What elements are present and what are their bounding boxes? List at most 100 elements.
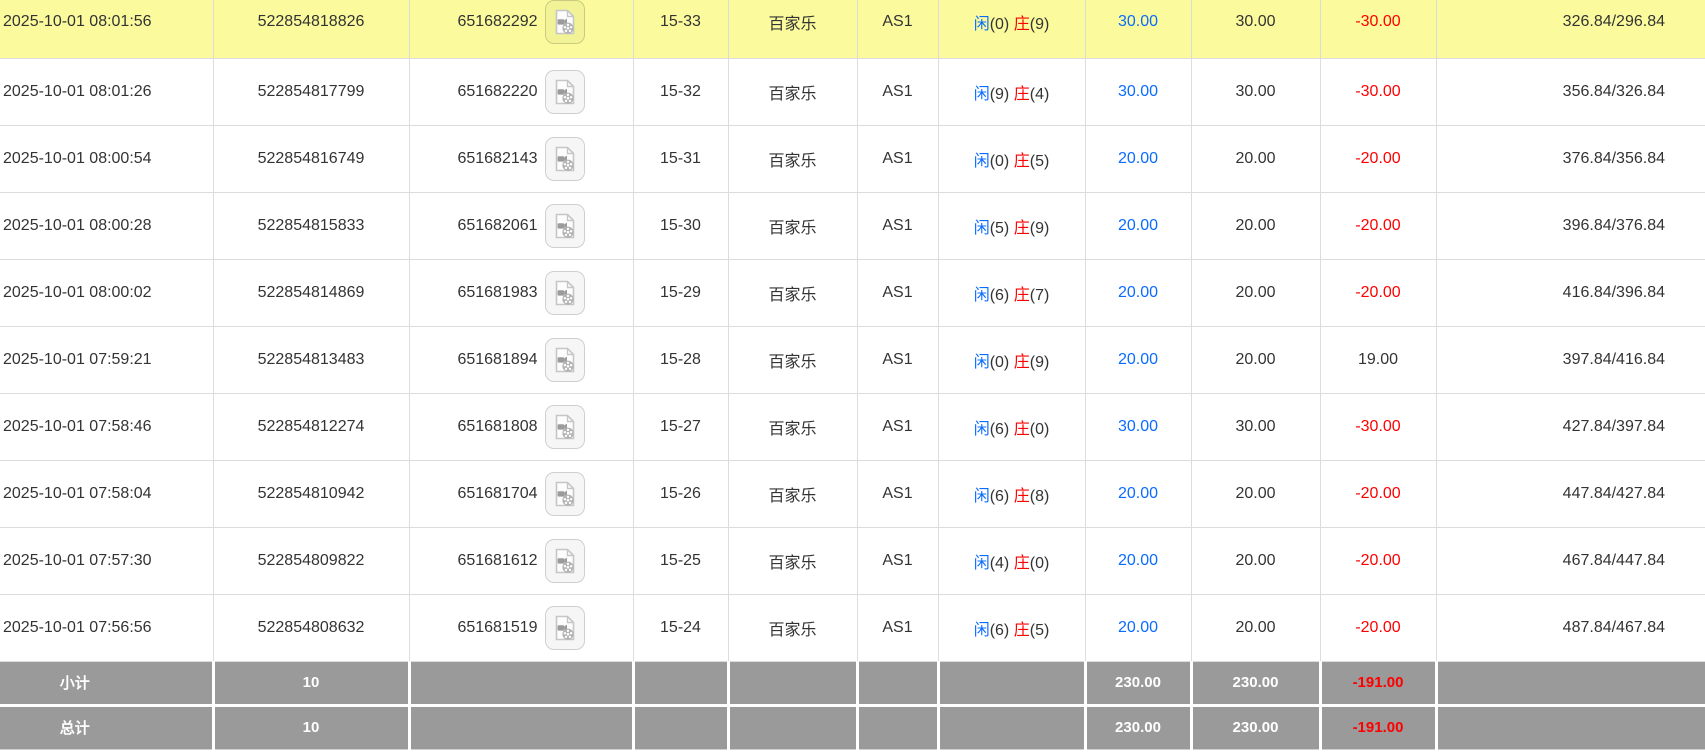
game-type: 百家乐	[728, 0, 857, 58]
bet-amount: 30.00	[1085, 393, 1191, 460]
result-cell: 闲(0) 庄(9)	[938, 0, 1085, 58]
result-cell: 闲(6) 庄(0)	[938, 393, 1085, 460]
empty-cell	[633, 661, 728, 705]
banker-label: 庄	[1014, 287, 1030, 304]
records-body: 2025-10-01 08:01:56522854818826651682292…	[0, 0, 1705, 749]
summary-label: 总计	[0, 705, 213, 749]
banker-score: (7)	[1030, 287, 1050, 304]
game-type: 百家乐	[728, 259, 857, 326]
banker-label: 庄	[1014, 153, 1030, 170]
game-id-wrap: 651682220	[457, 70, 584, 114]
round-number: 15-25	[633, 527, 728, 594]
empty-cell	[857, 661, 938, 705]
video-replay-button[interactable]	[545, 204, 585, 248]
player-label: 闲	[974, 354, 990, 371]
bet-records-table: 2025-10-01 08:01:56522854818826651682292…	[0, 0, 1705, 750]
bet-time: 2025-10-01 08:00:54	[0, 125, 213, 192]
bet-amount: 20.00	[1085, 460, 1191, 527]
game-id-cell: 651682292	[409, 0, 633, 58]
banker-score: (5)	[1030, 153, 1050, 170]
empty-cell	[857, 705, 938, 749]
valid-amount: 20.00	[1191, 527, 1320, 594]
video-replay-button[interactable]	[545, 70, 585, 114]
empty-cell	[1436, 705, 1705, 749]
bet-history-page: 2025-10-01 08:01:56522854818826651682292…	[0, 0, 1705, 753]
result-cell: 闲(6) 庄(5)	[938, 594, 1085, 661]
game-id-wrap: 651681612	[457, 539, 584, 583]
game-id-cell: 651682143	[409, 125, 633, 192]
game-id-wrap: 651681519	[457, 606, 584, 650]
player-score: (0)	[990, 153, 1010, 170]
win-loss: 19.00	[1320, 326, 1436, 393]
record-row[interactable]: 2025-10-01 07:58:46522854812274651681808…	[0, 393, 1705, 460]
video-replay-button[interactable]	[545, 137, 585, 181]
record-row[interactable]: 2025-10-01 07:57:30522854809822651681612…	[0, 527, 1705, 594]
player-score: (6)	[990, 421, 1010, 438]
empty-cell	[728, 705, 857, 749]
banker-label: 庄	[1014, 555, 1030, 572]
bet-time: 2025-10-01 07:57:30	[0, 527, 213, 594]
game-id-cell: 651681612	[409, 527, 633, 594]
video-replay-icon	[552, 78, 578, 106]
record-row[interactable]: 2025-10-01 08:00:28522854815833651682061…	[0, 192, 1705, 259]
video-replay-button[interactable]	[545, 606, 585, 650]
video-replay-button[interactable]	[545, 338, 585, 382]
bet-amount: 20.00	[1085, 259, 1191, 326]
table-name: AS1	[857, 259, 938, 326]
game-id-wrap: 651681704	[457, 472, 584, 516]
game-type: 百家乐	[728, 460, 857, 527]
record-row[interactable]: 2025-10-01 07:59:21522854813483651681894…	[0, 326, 1705, 393]
game-id-wrap: 651682292	[457, 0, 584, 44]
table-name: AS1	[857, 0, 938, 58]
game-id-cell: 651681519	[409, 594, 633, 661]
video-replay-button[interactable]	[545, 472, 585, 516]
balance: 397.84/416.84	[1436, 326, 1705, 393]
video-replay-icon	[552, 145, 578, 173]
table-name: AS1	[857, 594, 938, 661]
valid-amount: 30.00	[1191, 393, 1320, 460]
balance: 487.84/467.84	[1436, 594, 1705, 661]
win-loss: -20.00	[1320, 259, 1436, 326]
empty-cell	[633, 705, 728, 749]
win-loss: -20.00	[1320, 192, 1436, 259]
player-score: (6)	[990, 287, 1010, 304]
table-name: AS1	[857, 393, 938, 460]
game-id: 651682143	[457, 150, 537, 168]
video-replay-button[interactable]	[545, 0, 585, 44]
player-score: (5)	[990, 220, 1010, 237]
game-id-cell: 651681704	[409, 460, 633, 527]
record-row[interactable]: 2025-10-01 08:01:26522854817799651682220…	[0, 58, 1705, 125]
game-type: 百家乐	[728, 192, 857, 259]
game-type: 百家乐	[728, 393, 857, 460]
empty-cell	[938, 661, 1085, 705]
banker-score: (0)	[1030, 421, 1050, 438]
bet-amount: 30.00	[1085, 0, 1191, 58]
video-replay-button[interactable]	[545, 405, 585, 449]
banker-score: (9)	[1030, 354, 1050, 371]
record-row[interactable]: 2025-10-01 08:01:56522854818826651682292…	[0, 0, 1705, 58]
subtotal-row: 小计10230.00230.00-191.00	[0, 661, 1705, 705]
record-row[interactable]: 2025-10-01 08:00:02522854814869651681983…	[0, 259, 1705, 326]
player-label: 闲	[974, 287, 990, 304]
total-row: 总计10230.00230.00-191.00	[0, 705, 1705, 749]
video-replay-button[interactable]	[545, 539, 585, 583]
player-label: 闲	[974, 421, 990, 438]
game-id-cell: 651682220	[409, 58, 633, 125]
summary-valid-amount: 230.00	[1191, 661, 1320, 705]
banker-score: (5)	[1030, 622, 1050, 639]
record-row[interactable]: 2025-10-01 08:00:54522854816749651682143…	[0, 125, 1705, 192]
video-replay-icon	[552, 480, 578, 508]
table-name: AS1	[857, 326, 938, 393]
record-row[interactable]: 2025-10-01 07:56:56522854808632651681519…	[0, 594, 1705, 661]
player-score: (0)	[990, 16, 1010, 33]
record-row[interactable]: 2025-10-01 07:58:04522854810942651681704…	[0, 460, 1705, 527]
game-type: 百家乐	[728, 125, 857, 192]
balance: 396.84/376.84	[1436, 192, 1705, 259]
bet-time: 2025-10-01 07:58:46	[0, 393, 213, 460]
win-loss: -30.00	[1320, 58, 1436, 125]
video-replay-button[interactable]	[545, 271, 585, 315]
video-replay-icon	[552, 614, 578, 642]
table-name: AS1	[857, 125, 938, 192]
valid-amount: 20.00	[1191, 192, 1320, 259]
bet-time: 2025-10-01 08:01:26	[0, 58, 213, 125]
